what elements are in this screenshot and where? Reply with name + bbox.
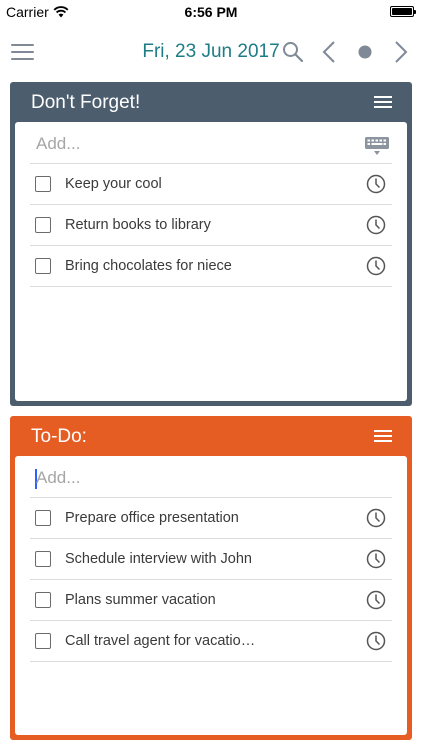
clock-icon[interactable] bbox=[366, 590, 386, 610]
task-label: Bring chocolates for niece bbox=[65, 258, 232, 274]
list-title: Don't Forget! bbox=[31, 92, 141, 113]
previous-day-button[interactable] bbox=[318, 40, 340, 64]
task-row[interactable]: Schedule interview with John bbox=[30, 539, 392, 580]
battery-icon bbox=[390, 6, 416, 17]
add-item-input[interactable] bbox=[36, 468, 346, 488]
battery-fill bbox=[392, 8, 412, 15]
search-button[interactable] bbox=[282, 40, 304, 64]
nav-actions bbox=[282, 40, 412, 64]
task-label: Prepare office presentation bbox=[65, 510, 239, 526]
list-menu-line bbox=[374, 440, 392, 442]
clock-icon[interactable] bbox=[366, 174, 386, 194]
chevron-left-icon bbox=[322, 41, 335, 63]
task-list: Keep your cool Return books to library B… bbox=[30, 164, 392, 287]
today-dot-icon bbox=[358, 45, 372, 59]
status-time: 6:56 PM bbox=[184, 4, 238, 20]
clock-icon[interactable] bbox=[366, 631, 386, 651]
task-row[interactable]: Call travel agent for vacatio… bbox=[30, 621, 392, 662]
list-body: Prepare office presentation Schedule int… bbox=[15, 456, 407, 735]
task-checkbox[interactable] bbox=[35, 633, 51, 649]
list-menu-line bbox=[374, 435, 392, 437]
list-header: To-Do: bbox=[10, 416, 412, 456]
task-row[interactable]: Plans summer vacation bbox=[30, 580, 392, 621]
list-menu-line bbox=[374, 101, 392, 103]
next-day-button[interactable] bbox=[390, 40, 412, 64]
list-menu-line bbox=[374, 430, 392, 432]
task-checkbox[interactable] bbox=[35, 510, 51, 526]
search-icon bbox=[283, 42, 304, 63]
task-list: Prepare office presentation Schedule int… bbox=[30, 498, 392, 662]
add-item-row bbox=[30, 458, 392, 498]
task-checkbox[interactable] bbox=[35, 592, 51, 608]
task-checkbox[interactable] bbox=[35, 258, 51, 274]
list-menu-line bbox=[374, 96, 392, 98]
today-button[interactable] bbox=[354, 40, 376, 64]
task-row[interactable]: Prepare office presentation bbox=[30, 498, 392, 539]
task-row[interactable]: Keep your cool bbox=[30, 164, 392, 205]
list-body: Keep your cool Return books to library B… bbox=[15, 122, 407, 401]
clock-icon[interactable] bbox=[366, 256, 386, 276]
list-panel-dont-forget: Don't Forget! Add... Keep your cool Retu… bbox=[10, 82, 412, 406]
list-menu-icon[interactable] bbox=[374, 96, 392, 110]
keyboard-icon[interactable] bbox=[364, 136, 390, 156]
task-label: Call travel agent for vacatio… bbox=[65, 633, 256, 649]
list-panel-to-do: To-Do: Prepare office presentation Sche bbox=[10, 416, 412, 740]
task-label: Schedule interview with John bbox=[65, 551, 252, 567]
clock-icon[interactable] bbox=[366, 508, 386, 528]
clock-icon[interactable] bbox=[366, 215, 386, 235]
clock-icon[interactable] bbox=[366, 549, 386, 569]
status-bar: Carrier 6:56 PM bbox=[0, 0, 422, 24]
task-label: Return books to library bbox=[65, 217, 211, 233]
chevron-right-icon bbox=[395, 41, 408, 63]
list-title: To-Do: bbox=[31, 426, 87, 447]
task-label: Plans summer vacation bbox=[65, 592, 216, 608]
task-checkbox[interactable] bbox=[35, 551, 51, 567]
list-header: Don't Forget! bbox=[10, 82, 412, 122]
task-row[interactable]: Return books to library bbox=[30, 205, 392, 246]
add-item-input[interactable] bbox=[36, 134, 346, 154]
list-menu-line bbox=[374, 106, 392, 108]
nav-bar: Fri, 23 Jun 2017 bbox=[0, 28, 422, 76]
list-menu-icon[interactable] bbox=[374, 430, 392, 444]
add-item-row bbox=[30, 124, 392, 164]
task-row[interactable]: Bring chocolates for niece bbox=[30, 246, 392, 287]
task-checkbox[interactable] bbox=[35, 217, 51, 233]
task-checkbox[interactable] bbox=[35, 176, 51, 192]
task-label: Keep your cool bbox=[65, 176, 162, 192]
